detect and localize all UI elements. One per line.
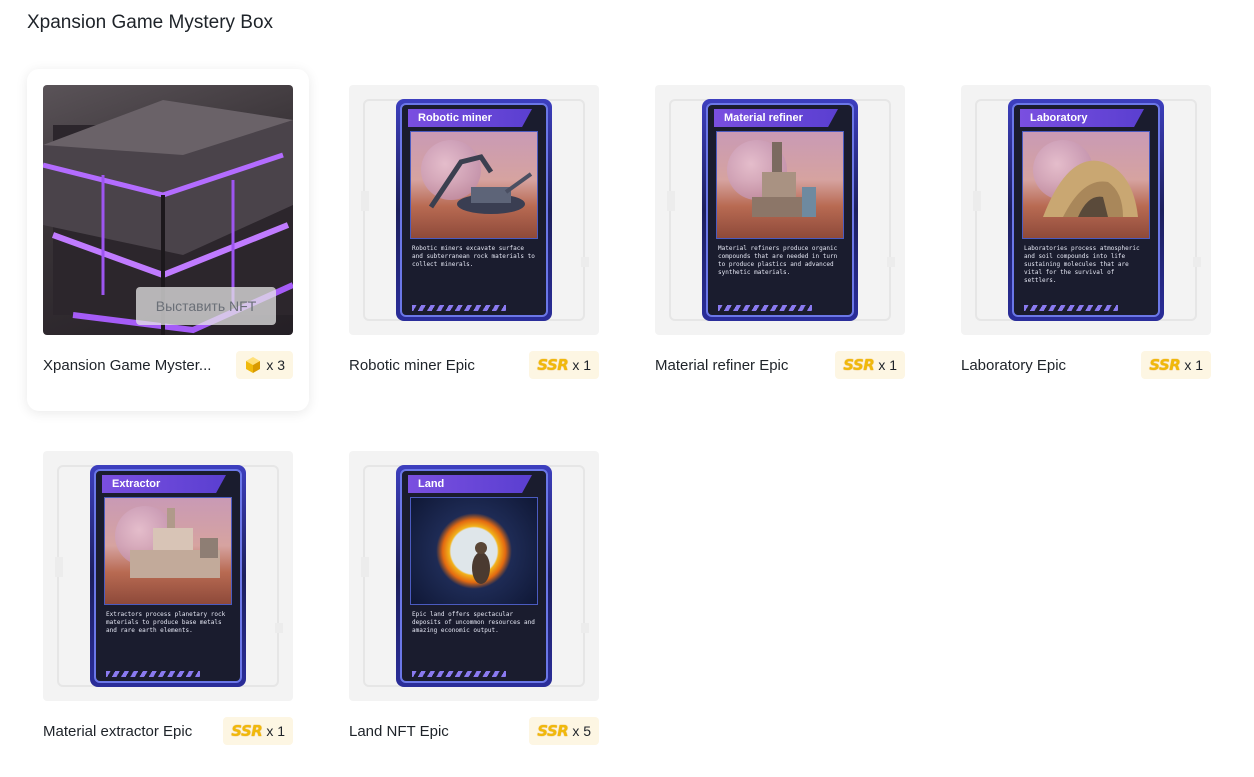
nft-thumbnail[interactable]: Robotic miner Robotic miners excavate su… xyxy=(349,85,599,335)
card-description: Robotic miners excavate surface and subt… xyxy=(412,245,535,268)
cube-icon xyxy=(246,357,261,373)
item-name: Material refiner Epic xyxy=(655,356,789,374)
nft-card-mystery-box[interactable]: Выставить NFT Xpansion Game Myster... x … xyxy=(27,69,309,411)
card-description: Material refiners produce organic compou… xyxy=(718,245,838,276)
nft-card-image: Land Epic land offers spectacular deposi… xyxy=(396,465,552,687)
quantity-text: x 1 xyxy=(266,723,285,739)
land-portal-image xyxy=(410,497,538,605)
material-refiner-image xyxy=(716,131,844,239)
card-title: Extractor xyxy=(102,475,226,493)
nft-card-robotic-miner[interactable]: Robotic miner Robotic miners excavate su… xyxy=(349,85,599,379)
quantity-badge: SSR x 1 xyxy=(1141,351,1211,379)
nft-card-image: Extractor Extractors process planetary r… xyxy=(90,465,246,687)
nft-thumbnail[interactable]: Material refiner Material refiners produ… xyxy=(655,85,905,335)
card-description: Laboratories process atmospheric and soi… xyxy=(1024,245,1140,284)
list-nft-button[interactable]: Выставить NFT xyxy=(136,287,276,325)
nft-card-land[interactable]: Land Epic land offers spectacular deposi… xyxy=(349,451,599,745)
ssr-rarity-icon: SSR xyxy=(843,356,875,374)
nft-thumbnail[interactable]: Laboratory Laboratories process atmosphe… xyxy=(961,85,1211,335)
card-description: Extractors process planetary rock materi… xyxy=(106,611,226,634)
item-name: Land NFT Epic xyxy=(349,722,449,740)
card-title: Laboratory xyxy=(1020,109,1144,127)
card-title: Land xyxy=(408,475,532,493)
nft-card-material-extractor[interactable]: Extractor Extractors process planetary r… xyxy=(43,451,293,745)
ssr-rarity-icon: SSR xyxy=(537,356,569,374)
quantity-text: x 3 xyxy=(266,357,285,373)
nft-card-image: Robotic miner Robotic miners excavate su… xyxy=(396,99,552,321)
nft-card-laboratory[interactable]: Laboratory Laboratories process atmosphe… xyxy=(961,85,1211,379)
ssr-rarity-icon: SSR xyxy=(537,722,569,740)
nft-card-image: Material refiner Material refiners produ… xyxy=(702,99,858,321)
quantity-badge: SSR x 1 xyxy=(529,351,599,379)
item-name: Robotic miner Epic xyxy=(349,356,475,374)
nft-card-image: Laboratory Laboratories process atmosphe… xyxy=(1008,99,1164,321)
laboratory-image xyxy=(1022,131,1150,239)
item-name: Material extractor Epic xyxy=(43,722,193,740)
nft-thumbnail[interactable]: Land Epic land offers spectacular deposi… xyxy=(349,451,599,701)
quantity-badge: SSR x 1 xyxy=(835,351,905,379)
quantity-badge: SSR x 1 xyxy=(223,717,293,745)
item-name: Xpansion Game Myster... xyxy=(43,356,212,374)
card-title: Robotic miner xyxy=(408,109,532,127)
card-title: Material refiner xyxy=(714,109,838,127)
item-name: Laboratory Epic xyxy=(961,356,1067,374)
nft-thumbnail[interactable]: Выставить NFT xyxy=(43,85,293,335)
quantity-text: x 1 xyxy=(1184,357,1203,373)
extractor-image xyxy=(104,497,232,605)
robotic-miner-image xyxy=(410,131,538,239)
quantity-badge: x 3 xyxy=(236,351,293,379)
card-description: Epic land offers spectacular deposits of… xyxy=(412,611,535,634)
ssr-rarity-icon: SSR xyxy=(231,722,263,740)
page-title: Xpansion Game Mystery Box xyxy=(27,12,274,33)
quantity-text: x 1 xyxy=(878,357,897,373)
ssr-rarity-icon: SSR xyxy=(1149,356,1181,374)
quantity-badge: SSR x 5 xyxy=(529,717,599,745)
nft-card-material-refiner[interactable]: Material refiner Material refiners produ… xyxy=(655,85,905,379)
quantity-text: x 1 xyxy=(572,357,591,373)
quantity-text: x 5 xyxy=(572,723,591,739)
nft-thumbnail[interactable]: Extractor Extractors process planetary r… xyxy=(43,451,293,701)
